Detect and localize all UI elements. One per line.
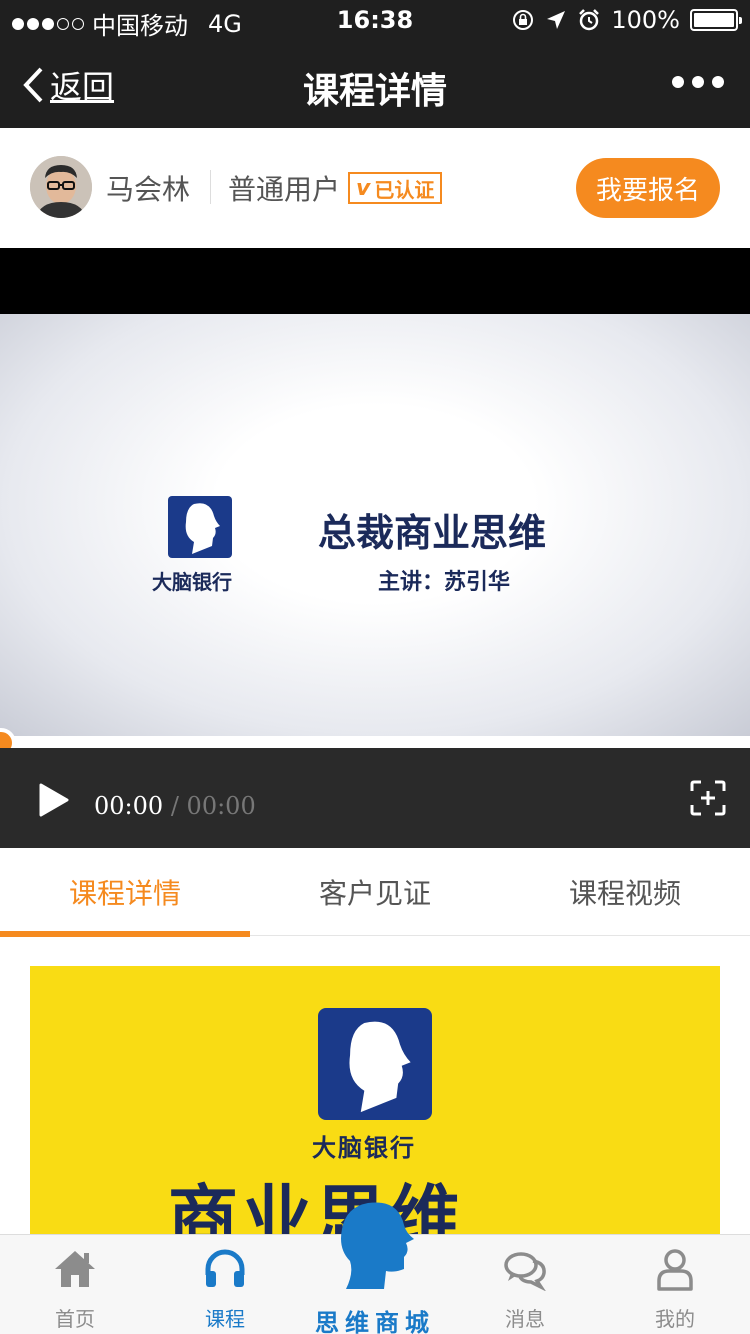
tabbar-mine[interactable]: 我的	[600, 1235, 750, 1334]
current-time: 00:00	[94, 792, 164, 820]
brand-logo-icon	[318, 1008, 432, 1120]
tabbar-course-label: 课程	[205, 1307, 245, 1331]
brand-logo-icon	[168, 496, 232, 558]
tabbar-course[interactable]: 课程	[150, 1235, 300, 1334]
video-brand-text: 大脑银行	[152, 570, 232, 594]
more-dot-icon	[712, 76, 724, 88]
detail-tabs: 课程详情 客户见证 课程视频	[0, 848, 750, 937]
tab-testimonials[interactable]: 客户见证	[250, 848, 500, 936]
video-progress-track[interactable]	[0, 736, 750, 748]
rotation-lock-icon	[513, 10, 534, 30]
video-timecode: 00:00 / 00:00	[94, 792, 256, 820]
avatar-portrait-icon	[30, 156, 92, 218]
banner-brand-text: 大脑银行	[312, 1133, 416, 1162]
bottom-tab-bar: 首页 课程 思维商城 消息 我的	[0, 1202, 750, 1334]
more-dot-icon	[672, 76, 684, 88]
verified-v-icon: v	[356, 175, 371, 201]
battery-percent: 100%	[611, 6, 680, 34]
instructor-row: 马会林 普通用户 v 已认证 我要报名	[0, 128, 750, 248]
location-arrow-icon	[547, 11, 566, 29]
tabbar-mall-label: 思维商城	[315, 1309, 435, 1334]
status-right: 100%	[511, 6, 742, 34]
instructor-name: 马会林	[106, 173, 191, 206]
verified-label: 已认证	[374, 177, 435, 202]
avatar[interactable]	[30, 156, 92, 218]
user-role: 普通用户	[228, 173, 341, 206]
tabbar-messages-label: 消息	[505, 1307, 545, 1331]
total-time: 00:00	[186, 792, 256, 820]
headphones-icon	[205, 1249, 245, 1287]
alarm-icon	[579, 9, 600, 31]
verified-badge: v 已认证	[348, 172, 443, 204]
video-letterbox	[0, 248, 750, 314]
tabbar-home-label: 首页	[55, 1307, 95, 1331]
video-speaker: 主讲：苏引华	[378, 569, 511, 595]
enroll-button[interactable]: 我要报名	[576, 158, 720, 218]
more-options-button[interactable]	[672, 76, 724, 88]
user-profile-icon	[657, 1249, 693, 1291]
home-icon	[55, 1251, 95, 1287]
video-frame[interactable]: 大脑银行 总裁商业思维 主讲：苏引华	[0, 314, 750, 736]
head-silhouette-icon	[341, 1202, 414, 1289]
nav-bar: 返回 课程详情	[0, 40, 750, 128]
fullscreen-icon[interactable]	[690, 780, 726, 816]
battery-icon	[690, 9, 742, 31]
tabbar-home[interactable]: 首页	[0, 1235, 150, 1334]
tab-course-videos[interactable]: 课程视频	[500, 848, 750, 936]
course-banner-image: 大脑银行 商业思维	[30, 966, 720, 1234]
status-bar: 中国移动 4G 16:38 100%	[0, 0, 750, 40]
tabbar-messages[interactable]: 消息	[450, 1235, 600, 1334]
page-title: 课程详情	[302, 71, 447, 112]
play-icon[interactable]	[38, 782, 70, 818]
tab-course-details[interactable]: 课程详情	[0, 848, 250, 937]
tabbar-mall[interactable]: 思维商城	[300, 1199, 450, 1334]
tabbar-mine-label: 我的	[655, 1307, 695, 1331]
more-dot-icon	[692, 76, 704, 88]
divider	[210, 170, 211, 204]
time-separator: /	[170, 792, 179, 820]
chat-bubbles-icon	[504, 1252, 546, 1291]
video-course-title: 总裁商业思维	[318, 510, 547, 555]
video-controls: 00:00 / 00:00	[0, 748, 750, 848]
